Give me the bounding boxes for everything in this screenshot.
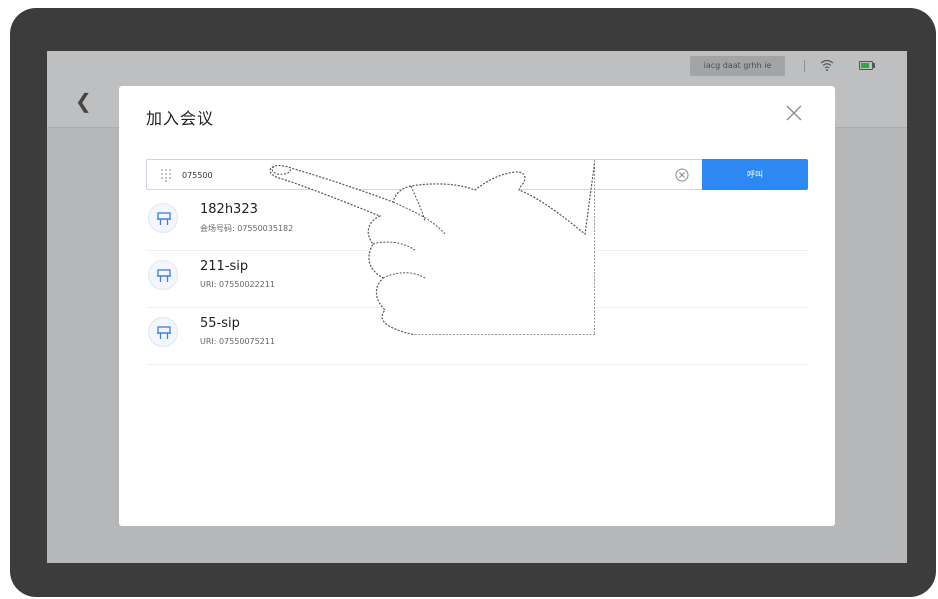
status-bar-label: iacg daat grhh ie xyxy=(690,56,785,76)
item-detail: 会场号码: 07550035182 xyxy=(200,224,294,233)
join-meeting-dialog: 加入会议 呼叫 182h323 xyxy=(119,86,835,526)
search-input[interactable] xyxy=(182,166,652,184)
item-name: 55-sip xyxy=(200,316,240,331)
list-item[interactable]: 55-sip URI: 07550075211 xyxy=(146,308,808,365)
search-field xyxy=(146,159,702,190)
item-name: 211-sip xyxy=(200,259,249,274)
list-item[interactable]: 182h323 会场号码: 07550035182 xyxy=(146,194,808,251)
status-bar-divider xyxy=(804,60,805,72)
meeting-room-icon xyxy=(148,203,178,233)
list-item[interactable]: 211-sip URI: 07550022211 xyxy=(146,251,808,308)
dialpad-icon xyxy=(161,169,171,182)
meeting-room-icon xyxy=(148,260,178,290)
wifi-icon xyxy=(820,59,834,71)
item-name: 182h323 xyxy=(200,202,258,217)
item-detail: URI: 07550022211 xyxy=(200,280,275,289)
clear-icon[interactable] xyxy=(675,168,689,182)
result-list: 182h323 会场号码: 07550035182 211-sip URI: 0… xyxy=(146,194,808,365)
item-detail: URI: 07550075211 xyxy=(200,337,275,346)
close-icon[interactable] xyxy=(785,104,803,122)
dialog-title: 加入会议 xyxy=(146,109,215,128)
call-button[interactable]: 呼叫 xyxy=(702,159,808,190)
back-button[interactable]: ❮ xyxy=(75,91,92,111)
battery-icon xyxy=(859,61,875,70)
meeting-room-icon xyxy=(148,317,178,347)
